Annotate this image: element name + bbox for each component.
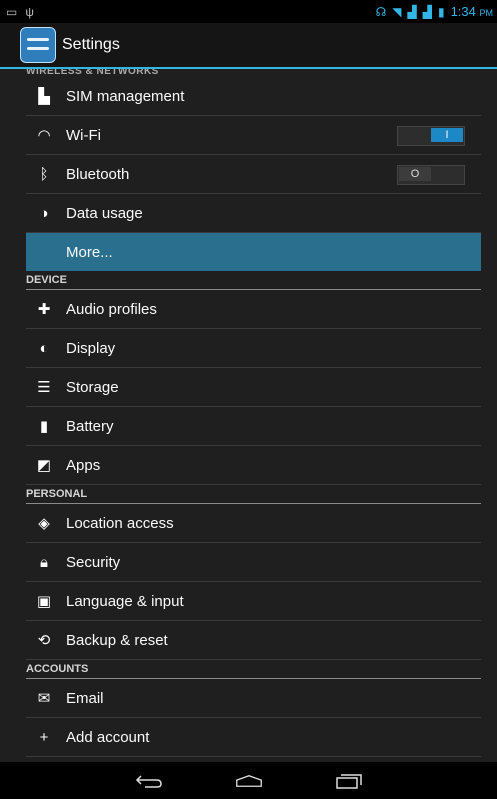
item-more[interactable]: More...: [26, 233, 481, 271]
signal-icon: ▟: [407, 4, 417, 19]
item-label: Storage: [66, 378, 119, 396]
clock: 1:34 PM: [451, 4, 493, 19]
storage-icon: ☰: [37, 379, 51, 396]
item-label: Add account: [66, 728, 150, 746]
wifi-icon: ◠: [37, 127, 51, 144]
status-left: ▭ ψ: [0, 5, 34, 19]
section-header-personal: PERSONAL: [26, 485, 481, 504]
battery-status-icon: ▮: [437, 4, 445, 19]
language-icon: ▣: [36, 593, 52, 610]
sim-icon: ▙: [38, 88, 50, 105]
item-bluetooth[interactable]: ᛒ Bluetooth O: [26, 155, 481, 194]
item-label: Wi-Fi: [66, 126, 101, 144]
item-audio-profiles[interactable]: ✚ Audio profiles: [26, 290, 481, 329]
item-label: Security: [66, 553, 121, 571]
home-icon[interactable]: [235, 772, 263, 790]
clock-ampm: PM: [479, 8, 494, 18]
wifi-status-icon: ◥: [392, 4, 402, 19]
status-bar: ▭ ψ ☊ ◥ ▟ ▟ ▮ 1:34 PM: [0, 0, 497, 23]
status-right: ☊ ◥ ▟ ▟ ▮ 1:34 PM: [376, 4, 497, 19]
empty-icon-slot: [34, 242, 54, 262]
section-header-device: DEVICE: [26, 271, 481, 290]
item-sim-management[interactable]: ▙ SIM management: [26, 77, 481, 116]
item-battery[interactable]: ▮ Battery: [26, 407, 481, 446]
settings-app-icon[interactable]: [20, 27, 56, 63]
item-apps[interactable]: ◩ Apps: [26, 446, 481, 485]
wifi-toggle[interactable]: I: [397, 126, 465, 146]
email-icon: ✉: [37, 690, 51, 707]
item-label: Battery: [66, 417, 114, 435]
headset-icon: ☊: [375, 4, 387, 19]
page-title: Settings: [62, 36, 120, 53]
item-data-usage[interactable]: ◑ Data usage: [26, 194, 481, 233]
item-storage[interactable]: ☰ Storage: [26, 368, 481, 407]
item-label: Apps: [66, 456, 101, 474]
toggle-knob: O: [399, 167, 431, 181]
item-label: Language & input: [66, 592, 184, 610]
navigation-bar: [0, 762, 497, 799]
audio-profiles-icon: ✚: [37, 301, 51, 318]
item-location-access[interactable]: ◈ Location access: [26, 504, 481, 543]
item-label: Display: [66, 339, 116, 357]
back-icon[interactable]: [135, 772, 163, 790]
backup-icon: ⟲: [37, 632, 51, 649]
bluetooth-toggle[interactable]: O: [397, 165, 465, 185]
usb-icon: ψ: [25, 4, 34, 19]
display-icon: ◐: [39, 339, 49, 357]
clock-time: 1:34: [450, 4, 476, 19]
item-label: More...: [66, 243, 113, 261]
lock-icon: 🔒︎: [40, 553, 48, 571]
item-label: SIM management: [66, 87, 185, 105]
item-security[interactable]: 🔒︎ Security: [26, 543, 481, 582]
action-bar: Settings: [0, 23, 497, 69]
item-wifi[interactable]: ◠ Wi-Fi I: [26, 116, 481, 155]
item-display[interactable]: ◐ Display: [26, 329, 481, 368]
item-add-account[interactable]: + Add account: [26, 718, 481, 757]
add-icon: +: [39, 728, 49, 746]
item-label: Data usage: [66, 204, 143, 222]
battery-icon: ▮: [39, 418, 49, 435]
recent-apps-icon[interactable]: [335, 772, 363, 790]
item-label: Bluetooth: [66, 165, 130, 183]
item-label: Email: [66, 689, 104, 707]
apps-icon: ◩: [36, 457, 52, 474]
section-header-wireless: WIRELESS & NETWORKS: [26, 69, 159, 77]
item-label: Audio profiles: [66, 300, 157, 318]
item-label: Location access: [66, 514, 174, 532]
item-language-input[interactable]: ▣ Language & input: [26, 582, 481, 621]
item-backup-reset[interactable]: ⟲ Backup & reset: [26, 621, 481, 660]
signal-2-icon: ▟: [422, 4, 432, 19]
data-usage-icon: ◑: [39, 204, 49, 222]
item-email[interactable]: ✉ Email: [26, 679, 481, 718]
item-label: Backup & reset: [66, 631, 168, 649]
bluetooth-icon: ᛒ: [39, 165, 49, 183]
settings-list: WIRELESS & NETWORKS ▙ SIM management ◠ W…: [26, 69, 481, 757]
toggle-knob: I: [431, 128, 463, 142]
section-header-accounts: ACCOUNTS: [26, 660, 481, 679]
location-icon: ◈: [38, 515, 50, 532]
screenshot-icon: ▭: [6, 4, 18, 19]
